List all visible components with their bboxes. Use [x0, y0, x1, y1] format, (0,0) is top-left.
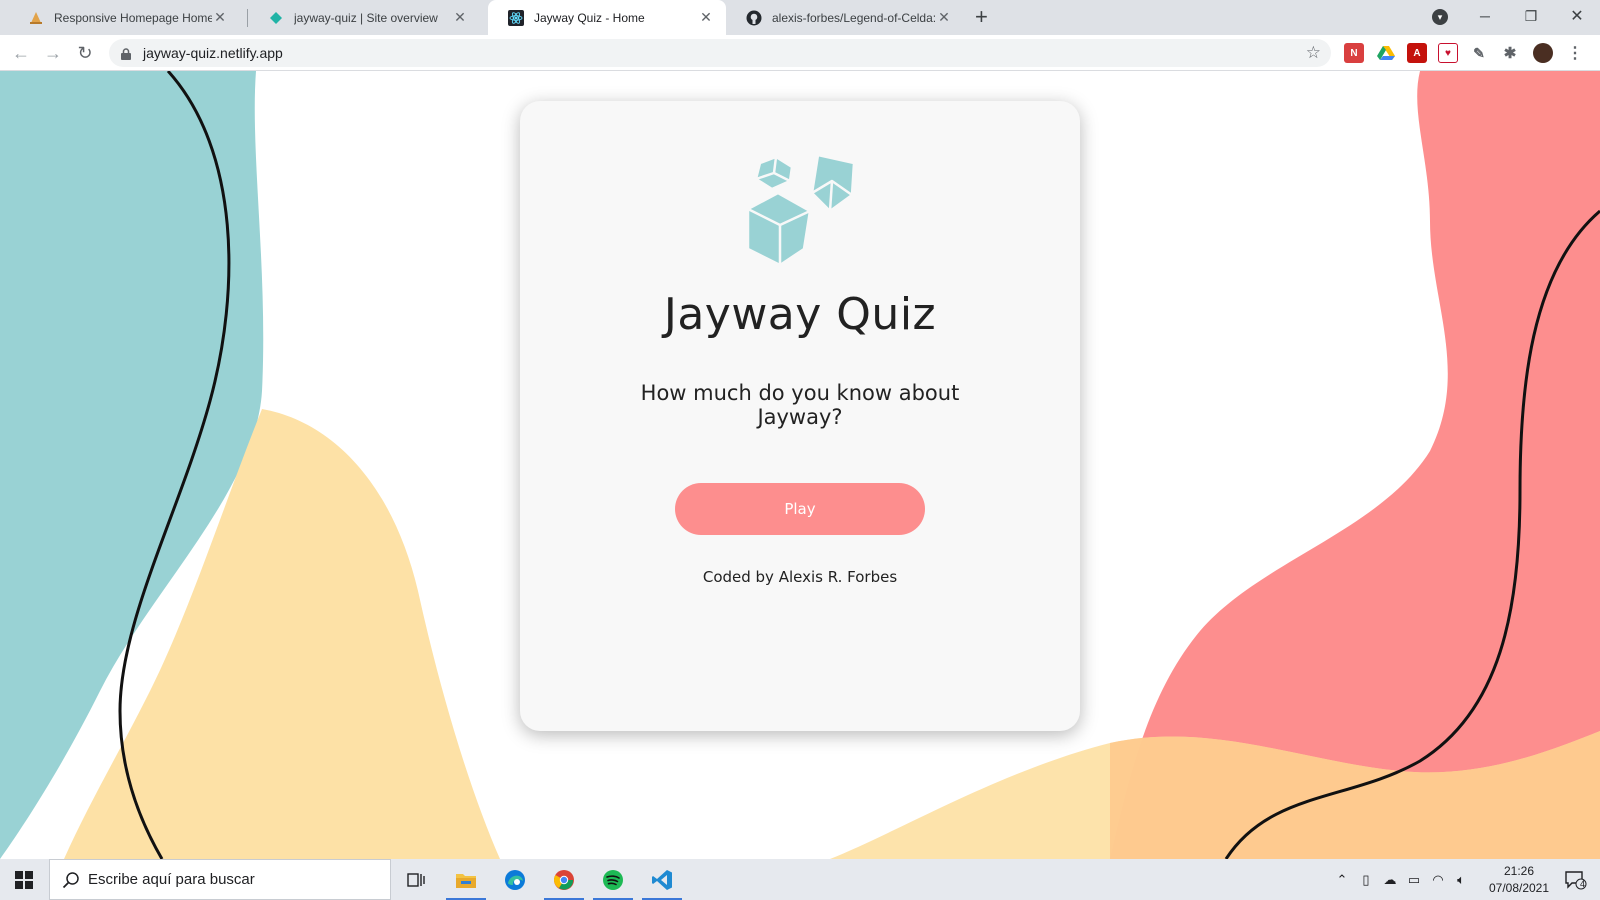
netlify-icon	[268, 10, 284, 26]
minimize-icon[interactable]: ─	[1462, 0, 1508, 32]
vscode-icon[interactable]	[638, 859, 686, 900]
tab-title: Jayway Quiz - Home	[534, 10, 645, 25]
edge-icon[interactable]	[491, 859, 539, 900]
chrome-icon[interactable]	[540, 859, 588, 900]
github-icon	[746, 10, 762, 26]
bookmark-star-icon[interactable]: ☆	[1306, 43, 1321, 63]
clock-time: 21:26	[1503, 864, 1535, 878]
tab-title: alexis-forbes/Legend-of-Celda: 2	[772, 10, 936, 25]
address-bar[interactable]: jayway-quiz.netlify.app ☆	[109, 39, 1331, 67]
pdf-icon[interactable]: A	[1407, 43, 1427, 63]
task-view-icon[interactable]	[392, 859, 440, 900]
spotify-icon[interactable]	[589, 859, 637, 900]
clock-date: 07/08/2021	[1488, 881, 1550, 895]
notifications-icon[interactable]: 4	[1558, 859, 1594, 900]
search-placeholder: Escribe aquí para buscar	[88, 871, 255, 888]
meet-now-icon[interactable]: ▯	[1356, 859, 1376, 900]
show-hidden-icons-icon[interactable]: ⌃	[1332, 859, 1352, 900]
forward-arrow-icon[interactable]: →	[40, 40, 66, 66]
react-icon	[508, 9, 524, 26]
onedrive-icon[interactable]: ☁	[1379, 859, 1401, 900]
credit-text: Coded by Alexis R. Forbes	[702, 568, 898, 586]
notification-count: 4	[1580, 879, 1586, 889]
back-arrow-icon[interactable]: ←	[8, 40, 34, 66]
extension-nav-icon[interactable]: N	[1344, 43, 1364, 63]
pen-icon[interactable]: ✎	[1469, 43, 1489, 63]
play-button[interactable]: Play	[675, 483, 925, 535]
browser-toolbar: ← → ↻ jayway-quiz.netlify.app ☆ N A ♥ ✎ …	[0, 35, 1600, 71]
windows-start-icon[interactable]	[0, 859, 48, 900]
lock-icon	[121, 47, 131, 60]
close-icon[interactable]: ✕	[936, 9, 952, 26]
kebab-menu-icon[interactable]: ⋮	[1565, 43, 1585, 63]
battery-icon[interactable]: ▭	[1403, 859, 1425, 900]
pocket-icon[interactable]: ♥	[1438, 43, 1458, 63]
quiz-subtitle: How much do you know about Jayway?	[640, 381, 960, 429]
wifi-icon[interactable]: ◠	[1427, 859, 1449, 900]
file-explorer-icon[interactable]	[442, 859, 490, 900]
tab-site-overview[interactable]: jayway-quiz | Site overview ✕	[248, 0, 480, 35]
reload-icon[interactable]: ↻	[72, 40, 98, 66]
window-close-icon[interactable]: ✕	[1554, 0, 1600, 32]
search-icon	[62, 871, 80, 889]
quiz-card: Jayway Quiz How much do you know about J…	[520, 101, 1080, 731]
restore-icon[interactable]: ❐	[1508, 0, 1554, 32]
puzzle-extensions-icon[interactable]: ✱	[1500, 43, 1520, 63]
bell-cone-icon	[28, 10, 44, 26]
close-icon[interactable]: ✕	[698, 9, 714, 26]
close-icon[interactable]: ✕	[212, 9, 228, 26]
cubes-logo-icon	[742, 153, 858, 269]
tab-search-icon[interactable]: ▾	[1432, 9, 1448, 25]
windows-taskbar: Escribe aquí para buscar ⌃ ▯ ☁ ▭ ◠ 🔈︎ 21…	[0, 859, 1600, 900]
avatar[interactable]	[1533, 43, 1553, 63]
url-text: jayway-quiz.netlify.app	[143, 45, 283, 61]
page-viewport: Jayway Quiz How much do you know about J…	[0, 71, 1600, 859]
tab-responsive-homepage[interactable]: Responsive Homepage Homewo ✕	[8, 0, 240, 35]
close-icon[interactable]: ✕	[452, 9, 468, 26]
volume-icon[interactable]: 🔈︎	[1450, 859, 1472, 900]
page-title: Jayway Quiz	[663, 289, 937, 340]
google-drive-icon[interactable]	[1376, 43, 1396, 63]
tab-title: Responsive Homepage Homewo	[54, 10, 212, 25]
system-clock[interactable]: 21:26 07/08/2021	[1476, 863, 1562, 897]
tab-jayway-quiz[interactable]: Jayway Quiz - Home ✕	[488, 0, 726, 35]
new-tab-button[interactable]: +	[975, 5, 988, 29]
taskbar-search-input[interactable]: Escribe aquí para buscar	[49, 859, 391, 900]
browser-tabstrip: Responsive Homepage Homewo ✕ jayway-quiz…	[0, 0, 1600, 35]
tab-github[interactable]: alexis-forbes/Legend-of-Celda: 2 ✕	[726, 0, 964, 35]
tab-title: jayway-quiz | Site overview	[294, 10, 438, 25]
